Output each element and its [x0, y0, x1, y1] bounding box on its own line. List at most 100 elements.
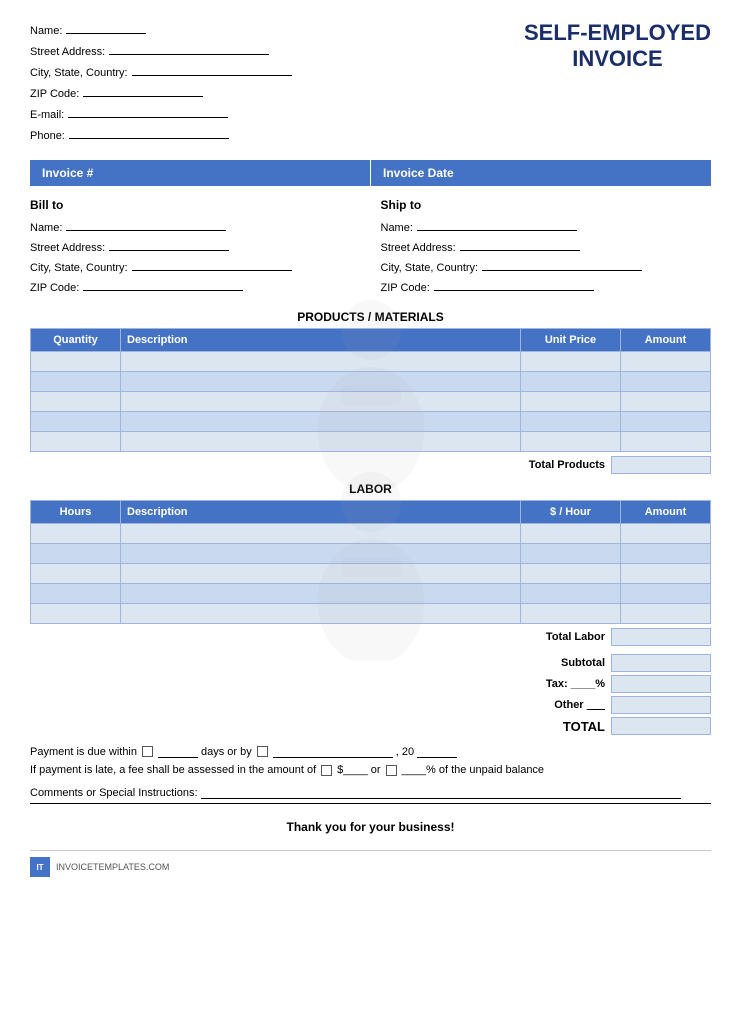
email-label: E-mail:: [30, 109, 64, 121]
hours-cell[interactable]: [31, 524, 121, 544]
qty-cell[interactable]: [31, 372, 121, 392]
labor-total-value[interactable]: [611, 628, 711, 646]
amount-cell[interactable]: [621, 392, 711, 412]
per-hour-cell[interactable]: [521, 584, 621, 604]
bill-city-field[interactable]: [132, 257, 292, 271]
unit-price-cell[interactable]: [521, 372, 621, 392]
footer-url: INVOICETEMPLATES.COM: [56, 862, 169, 872]
qty-cell[interactable]: [31, 412, 121, 432]
bill-name-row: Name:: [30, 217, 361, 234]
other-row: Other: [525, 696, 711, 714]
labor-desc-cell[interactable]: [121, 604, 521, 624]
phone-field[interactable]: [69, 125, 229, 139]
ship-city-label: City, State, Country:: [381, 262, 479, 274]
total-value[interactable]: [611, 717, 711, 735]
latefee-dollar-text: $____: [337, 764, 368, 776]
other-value[interactable]: [611, 696, 711, 714]
street-field[interactable]: [109, 41, 269, 55]
labor-amount-cell[interactable]: [621, 584, 711, 604]
per-hour-cell[interactable]: [521, 524, 621, 544]
amount-cell[interactable]: [621, 352, 711, 372]
unit-price-cell[interactable]: [521, 432, 621, 452]
comments-section: Comments or Special Instructions:: [30, 786, 711, 804]
city-label: City, State, Country:: [30, 67, 128, 79]
per-hour-cell[interactable]: [521, 544, 621, 564]
zip-field[interactable]: [83, 83, 203, 97]
subtotal-row: Subtotal: [525, 654, 711, 672]
ship-zip-field[interactable]: [434, 277, 594, 291]
city-field[interactable]: [132, 62, 292, 76]
labor-desc-cell[interactable]: [121, 564, 521, 584]
labor-amount-cell[interactable]: [621, 544, 711, 564]
per-hour-cell[interactable]: [521, 604, 621, 624]
qty-cell[interactable]: [31, 432, 121, 452]
amount-cell[interactable]: [621, 432, 711, 452]
products-total-value[interactable]: [611, 456, 711, 474]
street-row: Street Address:: [30, 41, 292, 58]
thankyou-text: Thank you for your business!: [30, 820, 711, 834]
labor-amount-cell[interactable]: [621, 604, 711, 624]
unit-price-cell[interactable]: [521, 352, 621, 372]
unit-price-cell[interactable]: [521, 392, 621, 412]
desc-cell[interactable]: [121, 392, 521, 412]
name-label: Name:: [30, 25, 62, 37]
subtotal-value[interactable]: [611, 654, 711, 672]
desc-cell[interactable]: [121, 352, 521, 372]
labor-amount-cell[interactable]: [621, 564, 711, 584]
payment-text3: , 20: [396, 746, 414, 758]
ship-street-label: Street Address:: [381, 242, 456, 254]
footer-logo-icon: IT: [30, 857, 50, 877]
payment-days-field[interactable]: [158, 745, 198, 758]
labor-desc-cell[interactable]: [121, 544, 521, 564]
comments-field[interactable]: [201, 786, 681, 799]
invoice-date-cell: Invoice Date: [370, 160, 711, 186]
amount-cell[interactable]: [621, 412, 711, 432]
latefee-checkbox1[interactable]: [321, 765, 332, 776]
payment-checkbox2[interactable]: [257, 746, 268, 757]
bill-zip-row: ZIP Code:: [30, 277, 361, 294]
labor-desc-cell[interactable]: [121, 524, 521, 544]
latefee-line: If payment is late, a fee shall be asses…: [30, 764, 711, 776]
tax-value[interactable]: [611, 675, 711, 693]
tax-row: Tax: ____%: [525, 675, 711, 693]
invoice-number-cell: Invoice #: [30, 160, 370, 186]
desc-cell[interactable]: [121, 432, 521, 452]
ship-zip-row: ZIP Code:: [381, 277, 712, 294]
per-hour-cell[interactable]: [521, 564, 621, 584]
hours-cell[interactable]: [31, 604, 121, 624]
subtotal-label: Subtotal: [525, 657, 605, 669]
sender-info: Name: Street Address: City, State, Count…: [30, 20, 292, 142]
desc-cell[interactable]: [121, 372, 521, 392]
payment-year-field[interactable]: [417, 745, 457, 758]
page-footer: IT INVOICETEMPLATES.COM: [30, 850, 711, 877]
invoice-number-label: Invoice #: [42, 166, 93, 180]
desc-cell[interactable]: [121, 412, 521, 432]
payment-checkbox1[interactable]: [142, 746, 153, 757]
labor-desc-cell[interactable]: [121, 584, 521, 604]
ship-zip-label: ZIP Code:: [381, 282, 430, 294]
ship-city-field[interactable]: [482, 257, 642, 271]
latefee-or-text: or: [371, 764, 381, 776]
hours-cell[interactable]: [31, 564, 121, 584]
name-field[interactable]: [66, 20, 146, 34]
hours-cell[interactable]: [31, 544, 121, 564]
total-row: TOTAL: [525, 717, 711, 735]
email-field[interactable]: [68, 104, 228, 118]
bill-zip-field[interactable]: [83, 277, 243, 291]
bill-street-field[interactable]: [109, 237, 229, 251]
hours-cell[interactable]: [31, 584, 121, 604]
labor-amount-cell[interactable]: [621, 524, 711, 544]
ship-name-field[interactable]: [417, 217, 577, 231]
qty-cell[interactable]: [31, 392, 121, 412]
ship-street-field[interactable]: [460, 237, 580, 251]
ship-name-row: Name:: [381, 217, 712, 234]
table-row: [31, 564, 711, 584]
unit-price-cell[interactable]: [521, 412, 621, 432]
latefee-checkbox2[interactable]: [386, 765, 397, 776]
invoice-date-label: Invoice Date: [383, 166, 454, 180]
qty-cell[interactable]: [31, 352, 121, 372]
bill-name-field[interactable]: [66, 217, 226, 231]
payment-date-field[interactable]: [273, 745, 393, 758]
amount-cell[interactable]: [621, 372, 711, 392]
email-row: E-mail:: [30, 104, 292, 121]
